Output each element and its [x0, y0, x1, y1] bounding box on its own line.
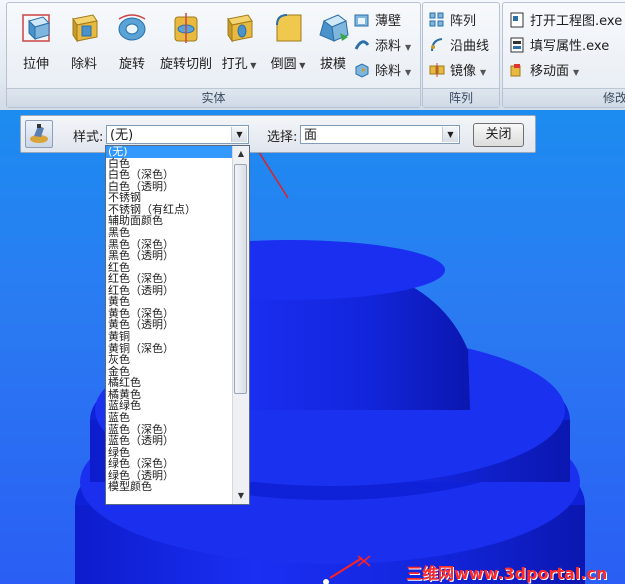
- curve-pattern-label: 沿曲线: [450, 39, 490, 54]
- group-edit-label: 修改: [503, 88, 625, 107]
- mirror-label: 镜像: [450, 64, 477, 79]
- draft-icon: [319, 14, 349, 42]
- fillet-button[interactable]: 倒圆 ▼: [263, 11, 313, 72]
- revolve-cut-icon: [174, 13, 198, 43]
- scroll-up-icon[interactable]: ▲: [233, 146, 249, 162]
- move-face-icon: [510, 64, 521, 77]
- remove-material-label: 除料: [375, 64, 402, 79]
- draft-button[interactable]: 拔模: [308, 11, 358, 72]
- add-material-button[interactable]: 添料 ▼: [354, 36, 411, 58]
- remove-material-button[interactable]: 除料 ▼: [354, 61, 411, 83]
- style-value: (无): [110, 128, 134, 143]
- open-drawing-icon: [510, 12, 524, 28]
- paint-style-icon[interactable]: [25, 120, 53, 148]
- style-option[interactable]: 白色（深色）: [106, 169, 234, 181]
- pattern-icon: [429, 12, 444, 27]
- fillet-dropdown-icon[interactable]: ▼: [297, 61, 305, 70]
- hole-button[interactable]: 打孔 ▼: [214, 11, 264, 72]
- group-solid-label: 实体: [7, 88, 420, 107]
- style-option[interactable]: 蓝色: [106, 412, 234, 424]
- fillet-icon: [276, 14, 302, 42]
- style-combobox[interactable]: (无) ▼: [106, 125, 249, 144]
- revolve-label: 旋转: [118, 57, 145, 72]
- scroll-down-icon[interactable]: ▼: [233, 488, 249, 504]
- 3d-viewport[interactable]: [0, 110, 625, 584]
- add-material-dropdown-icon[interactable]: ▼: [405, 43, 411, 52]
- group-pattern-label: 阵列: [423, 88, 499, 107]
- hole-label-text: 打孔: [221, 57, 248, 72]
- revolve-cut-button[interactable]: 旋转切削: [155, 11, 217, 72]
- group-edit: 打开工程图.exe 填写属性.exe 移动面 ▼ 修改: [502, 2, 625, 108]
- style-toolbar: 样式: (无) ▼ 选择: 面 ▼ 关闭: [20, 115, 536, 153]
- select-dropdown-arrow-icon[interactable]: ▼: [442, 127, 458, 142]
- scroll-thumb[interactable]: [234, 164, 247, 394]
- style-dropdown-arrow-icon[interactable]: ▼: [231, 127, 247, 142]
- move-face-button[interactable]: 移动面 ▼: [509, 61, 579, 83]
- curve-pattern-icon: [431, 38, 443, 52]
- style-option[interactable]: 黑色: [106, 227, 234, 239]
- mirror-icon: [429, 63, 445, 77]
- open-drawing-button[interactable]: 打开工程图.exe: [509, 11, 622, 33]
- draft-label: 拔模: [319, 57, 346, 72]
- extrude-label: 拉伸: [22, 57, 49, 72]
- revolve-cut-label: 旋转切削: [159, 57, 212, 72]
- add-material-icon: [354, 40, 370, 50]
- style-option[interactable]: (无): [106, 146, 234, 158]
- 3d-model[interactable]: [0, 110, 625, 584]
- fill-properties-icon: [510, 37, 524, 53]
- revolve-icon: [118, 14, 146, 41]
- add-material-label: 添料: [375, 39, 402, 54]
- style-option[interactable]: 蓝色（透明）: [106, 435, 234, 447]
- style-option[interactable]: 黄铜: [106, 331, 234, 343]
- mirror-dropdown-icon[interactable]: ▼: [480, 68, 486, 77]
- group-solid: 拉伸 除料 旋转 旋转切削 打孔 ▼ 倒圆 ▼ 拔模 薄壁 添料 ▼ 除料 ▼ …: [6, 2, 421, 108]
- pattern-button[interactable]: 阵列: [429, 11, 476, 33]
- fill-properties-button[interactable]: 填写属性.exe: [509, 36, 609, 58]
- extrude-button[interactable]: 拉伸: [11, 11, 61, 72]
- style-option[interactable]: 黑色（透明）: [106, 250, 234, 262]
- style-option[interactable]: 灰色: [106, 354, 234, 366]
- fillet-label: 倒圆 ▼: [263, 53, 313, 72]
- shell-icon: [354, 14, 369, 27]
- revolve-button[interactable]: 旋转: [107, 11, 157, 72]
- mirror-button[interactable]: 镜像 ▼: [429, 61, 486, 83]
- remove-material-icon: [355, 63, 369, 78]
- hole-label: 打孔 ▼: [214, 53, 264, 72]
- fillet-label-text: 倒圆: [270, 57, 297, 72]
- cut-button[interactable]: 除料: [59, 11, 109, 72]
- shell-label: 薄壁: [375, 14, 402, 29]
- close-button[interactable]: 关闭: [473, 123, 524, 147]
- open-drawing-label: 打开工程图.exe: [530, 14, 623, 29]
- select-label: 选择:: [267, 130, 298, 145]
- pattern-label: 阵列: [450, 14, 477, 29]
- curve-pattern-button[interactable]: 沿曲线: [429, 36, 489, 58]
- style-dropdown-list[interactable]: (无) 白色 白色（深色） 白色（透明） 不锈钢 不锈钢（有红点） 辅助面颜色 黑色 黑色（深色…: [105, 145, 250, 505]
- extrude-icon: [22, 14, 50, 42]
- select-combobox[interactable]: 面 ▼: [300, 125, 460, 144]
- style-label: 样式:: [73, 130, 104, 145]
- cut-icon: [72, 14, 98, 43]
- move-face-dropdown-icon[interactable]: ▼: [573, 68, 579, 77]
- select-value: 面: [304, 128, 318, 143]
- style-option[interactable]: 模型颜色: [106, 481, 234, 493]
- cut-label: 除料: [70, 57, 97, 72]
- group-pattern: 阵列 沿曲线 镜像 ▼ 阵列: [422, 2, 500, 108]
- ribbon: 拉伸 除料 旋转 旋转切削 打孔 ▼ 倒圆 ▼ 拔模 薄壁 添料 ▼ 除料 ▼ …: [0, 0, 625, 111]
- fill-properties-label: 填写属性.exe: [530, 39, 610, 54]
- move-face-label: 移动面: [530, 64, 570, 79]
- dropdown-scrollbar[interactable]: ▲ ▼: [232, 146, 249, 504]
- hole-dropdown-icon[interactable]: ▼: [248, 61, 256, 70]
- shell-button[interactable]: 薄壁: [354, 11, 401, 33]
- hole-icon: [227, 14, 253, 43]
- site-watermark: 三维网www.3dportal.cn: [406, 564, 608, 583]
- style-options: (无) 白色 白色（深色） 白色（透明） 不锈钢 不锈钢（有红点） 辅助面颜色 黑色 黑色（深色…: [106, 146, 234, 493]
- remove-material-dropdown-icon[interactable]: ▼: [405, 68, 411, 77]
